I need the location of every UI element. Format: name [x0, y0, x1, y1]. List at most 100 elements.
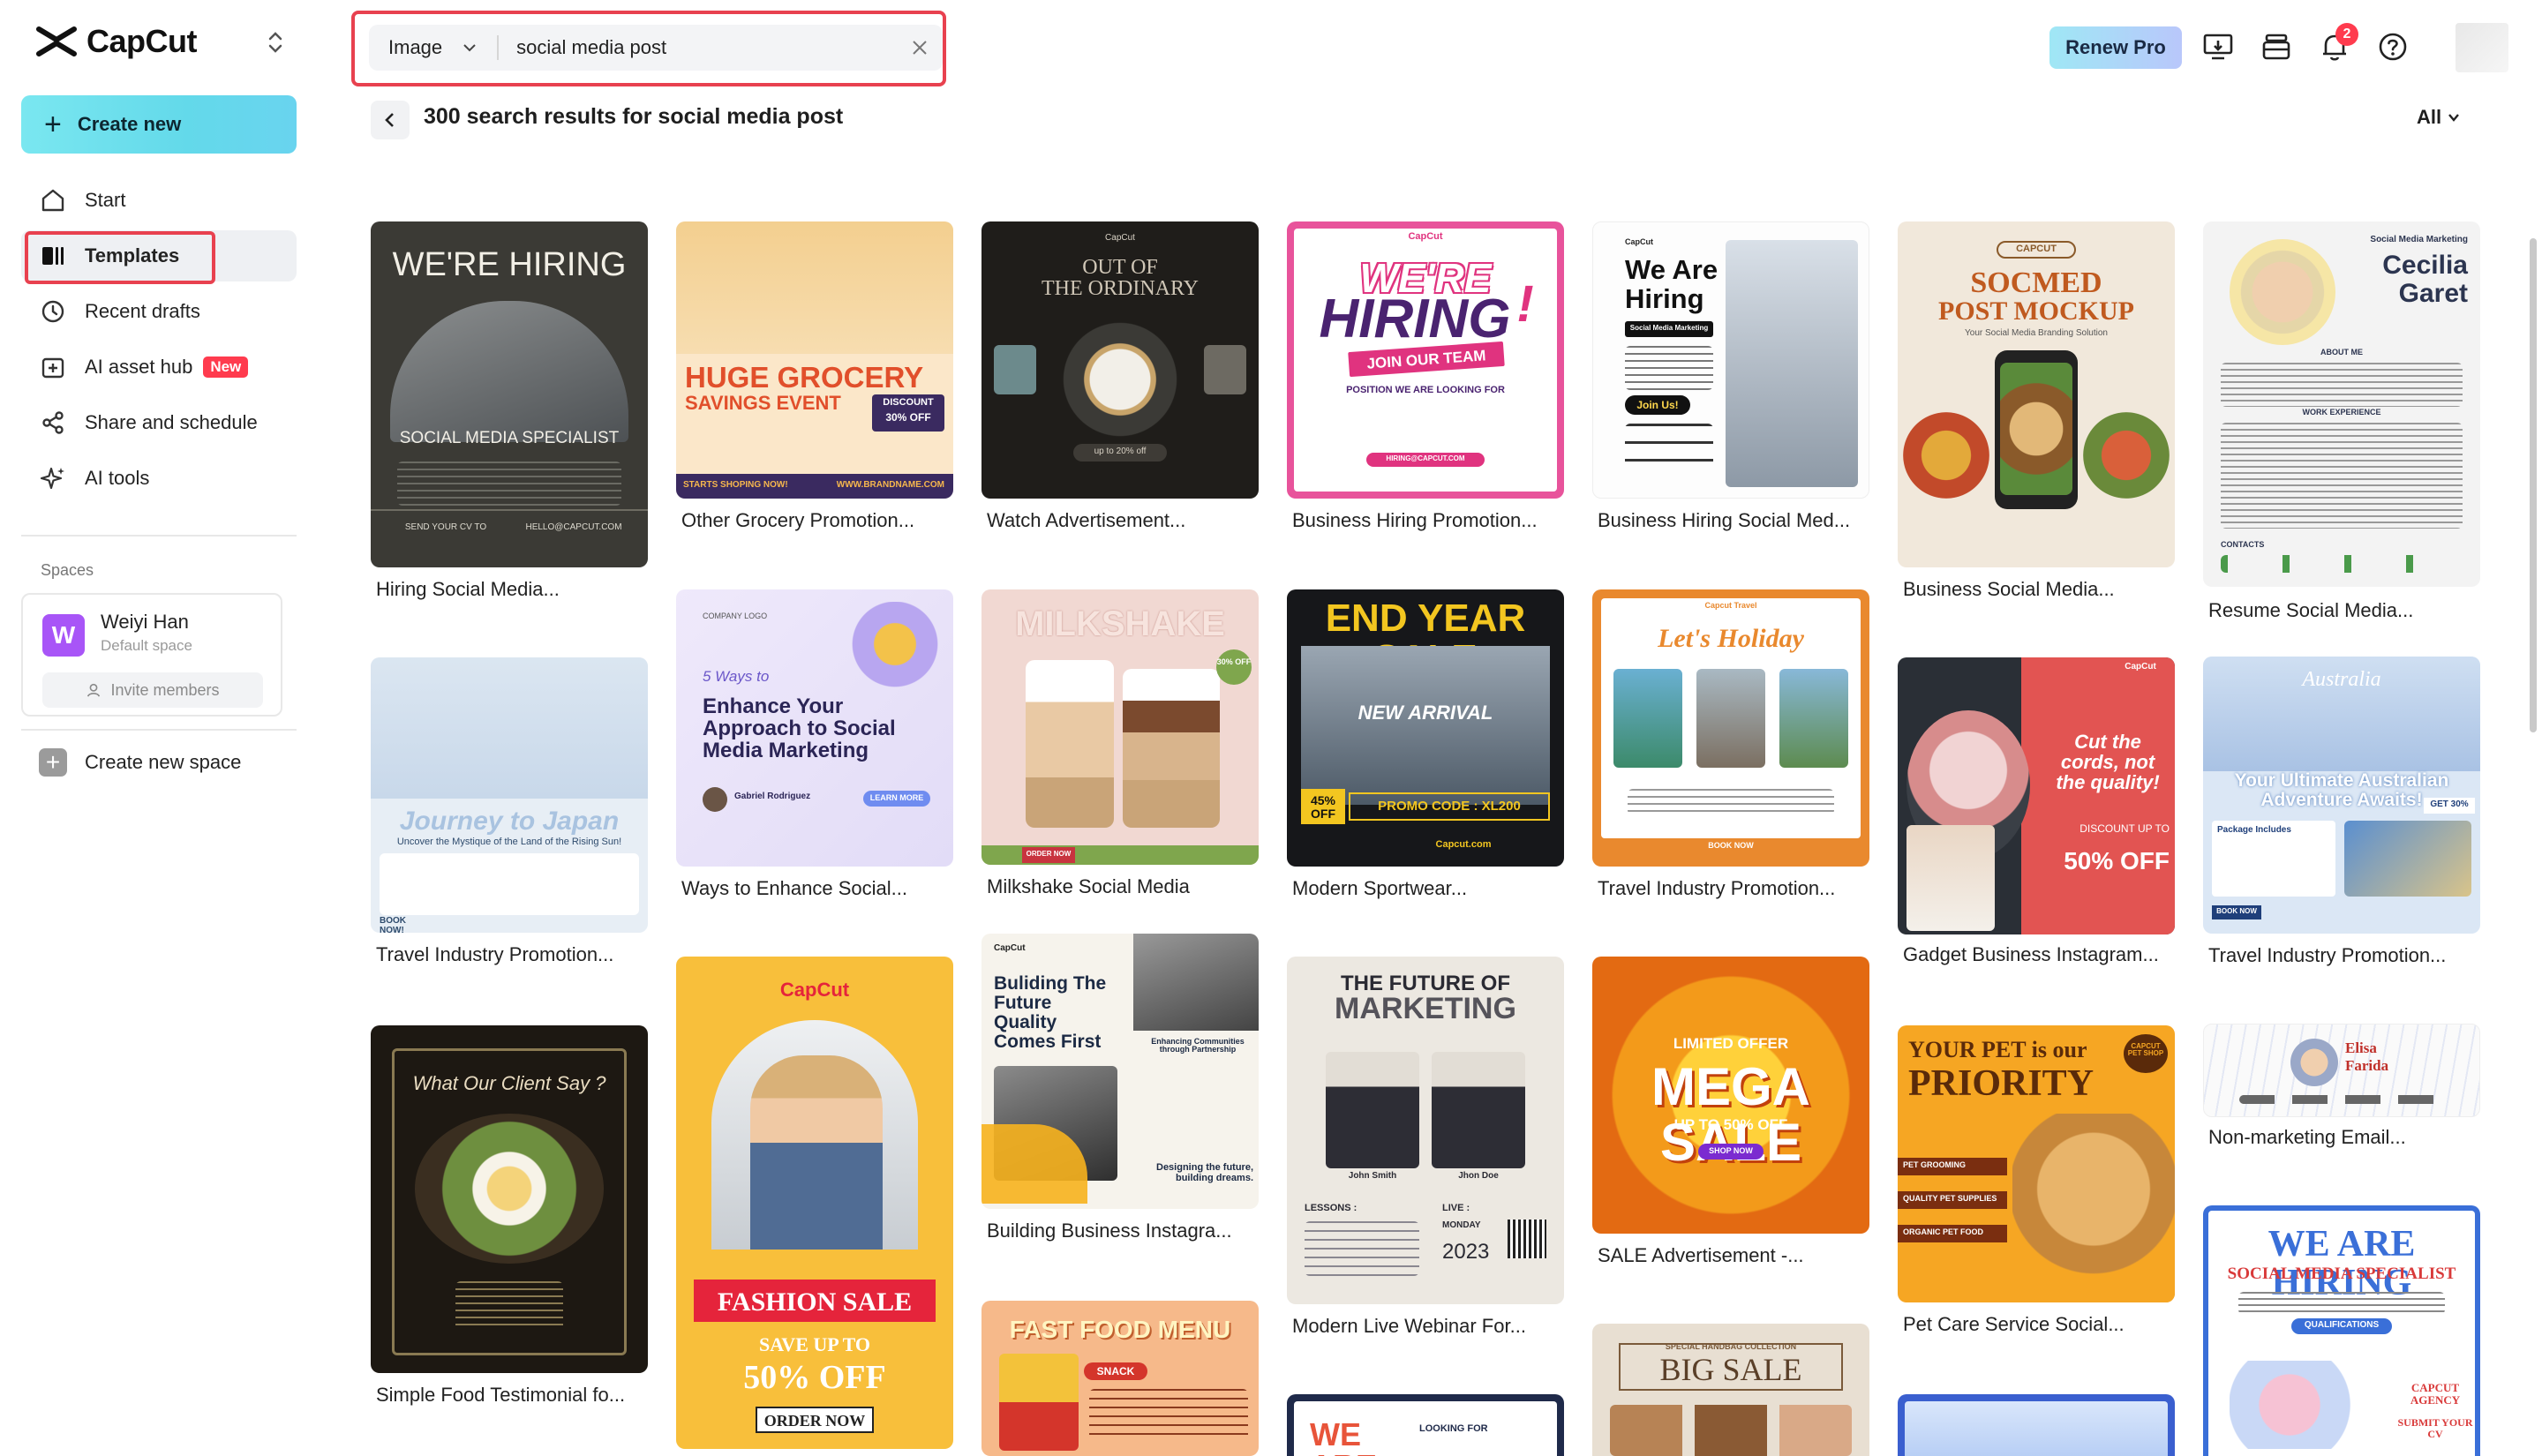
space-avatar: W [42, 614, 85, 657]
template-thumbnail[interactable]: CapCut FASHION SALE SAVE UP TO 50% OFF O… [676, 957, 953, 1449]
template-text: MARKETING [1287, 994, 1564, 1025]
filter-dropdown[interactable]: All [2417, 106, 2461, 129]
template-travel-photo [2344, 821, 2471, 897]
template-thumbnail[interactable]: SPECIAL HANDBAG COLLECTION BIG SALE [1592, 1324, 1869, 1456]
template-thumbnail[interactable]: LIMITED OFFER MEGA SALE UP TO 50% OFF SH… [1592, 957, 1869, 1234]
template-illustration [2230, 1361, 2380, 1449]
template-title[interactable]: Modern Live Webinar For... [1292, 1315, 1526, 1338]
home-icon [39, 186, 67, 214]
sidebar-item-start[interactable]: Start [21, 175, 297, 226]
template-title[interactable]: Pet Care Service Social... [1903, 1313, 2125, 1336]
user-avatar[interactable] [2456, 23, 2508, 72]
template-thumbnail[interactable]: CAPCUT SOCMED POST MOCKUP Your Social Me… [1898, 221, 2175, 567]
template-thumbnail[interactable]: CapCut Cut the cords, not the quality! D… [1898, 657, 2175, 934]
template-thumbnail[interactable]: YOUR PET is our PRIORITY CAPCUT PET SHOP… [1898, 1025, 2175, 1302]
template-thumbnail[interactable]: THE FUTURE OF MARKETING John Smith Jhon … [1287, 957, 1564, 1304]
search-input[interactable] [516, 36, 905, 59]
back-button[interactable] [371, 101, 410, 139]
template-text: CapCut [676, 979, 953, 1000]
template-title[interactable]: Travel Industry Promotion... [2208, 944, 2446, 967]
template-speaker-photo [1432, 1052, 1525, 1168]
template-thumbnail[interactable]: END YEAR SALE NEW ARRIVAL 45% OFF PROMO … [1287, 589, 1564, 867]
template-thumbnail[interactable]: FAST FOOD MENU SNACK [981, 1301, 1259, 1456]
template-thumbnail-right [1204, 345, 1246, 394]
template-thumbnail[interactable]: Elisa Farida [2203, 1024, 2480, 1117]
template-thumbnail[interactable]: CapCut WE'RE HIRING ! JOIN OUR TEAM POSI… [1287, 221, 1564, 499]
template-title[interactable]: Milkshake Social Media [987, 875, 1190, 898]
space-card[interactable]: W Weiyi Han Default space Invite members [21, 593, 282, 717]
template-thumbnail[interactable]: CapCut OUT OF THE ORDINARY up to 20% off [981, 221, 1259, 499]
template-title[interactable]: Business Hiring Promotion... [1292, 509, 1538, 532]
sidebar-item-share-and-schedule[interactable]: Share and schedule [21, 397, 297, 448]
template-thumbnail[interactable] [1898, 1394, 2175, 1456]
template-title[interactable]: Hiring Social Media... [376, 578, 560, 601]
template-title[interactable]: Travel Industry Promotion... [376, 943, 613, 966]
close-icon[interactable] [909, 37, 930, 58]
template-title[interactable]: Building Business Instagra... [987, 1220, 1232, 1242]
template-title[interactable]: Business Social Media... [1903, 578, 2115, 601]
template-title[interactable]: Non-marketing Email... [2208, 1126, 2406, 1149]
invite-members-button[interactable]: Invite members [42, 672, 263, 708]
plus-icon: + [39, 748, 67, 777]
template-title[interactable]: Travel Industry Promotion... [1598, 877, 1835, 900]
template-thumbnail[interactable]: Capcut Travel Let's Holiday BOOK NOW [1592, 589, 1869, 867]
help-icon[interactable] [2376, 30, 2410, 64]
template-title[interactable]: Simple Food Testimonial fo... [376, 1384, 625, 1407]
template-food-photo [415, 1114, 604, 1264]
template-thumbnail[interactable]: MILKSHAKE 30% OFF ORDER NOW [981, 589, 1259, 865]
space-name: Weiyi Han [101, 611, 189, 634]
template-text: HIRING [1313, 290, 1516, 348]
template-title[interactable]: Other Grocery Promotion... [681, 509, 914, 532]
stack-icon[interactable] [2260, 30, 2293, 64]
template-travel-photo [1696, 669, 1765, 768]
template-thumbnail[interactable]: CapCut We Are Hiring Social Media Market… [1592, 221, 1869, 499]
template-thumbnail[interactable]: WE'RE HIRING SOCIAL MEDIA SPECIALIST SEN… [371, 221, 648, 567]
template-thumbnail-left [994, 345, 1036, 394]
sidebar-item-ai-asset-hub[interactable]: AI asset hub New [21, 341, 297, 393]
create-new-space-button[interactable]: + Create new space [39, 748, 241, 777]
template-thumbnail[interactable]: Social Media Marketing Cecilia Garet ABO… [2203, 221, 2480, 587]
template-title[interactable]: Business Hiring Social Med... [1598, 509, 1850, 532]
template-text: SEND YOUR CV TO [388, 523, 503, 533]
template-title[interactable]: Watch Advertisement... [987, 509, 1185, 532]
template-title[interactable]: Resume Social Media... [2208, 599, 2413, 622]
template-text: FAST FOOD MENU [981, 1317, 1259, 1342]
switch-chevron-icon[interactable] [263, 28, 288, 56]
template-thumbnail[interactable]: HUGE GROCERY SAVINGS EVENT DISCOUNT 30% … [676, 221, 953, 499]
template-thumbnail[interactable]: WE ARE LOOKING FOR [1287, 1394, 1564, 1456]
template-text: WWW.BRANDNAME.COM [821, 481, 944, 491]
search-bar: Image [369, 25, 943, 71]
template-text: 50% OFF [2055, 848, 2170, 874]
template-thumbnail[interactable]: What Our Client Say ? [371, 1025, 648, 1373]
sidebar-item-recent-drafts[interactable]: Recent drafts [21, 286, 297, 337]
template-text: GET 30% [2424, 800, 2475, 810]
template-avatar [703, 787, 727, 812]
template-food-photo [1903, 412, 1989, 499]
template-profile-photo [2290, 1039, 2338, 1086]
template-travel-photo [1779, 669, 1848, 768]
template-title[interactable]: Ways to Enhance Social... [681, 877, 907, 900]
chevron-left-icon [380, 110, 400, 130]
spaces-heading: Spaces [41, 561, 94, 580]
monitor-download-icon[interactable] [2201, 30, 2235, 64]
template-speaker-photo [1326, 1052, 1419, 1168]
search-type-dropdown[interactable]: Image [388, 36, 479, 59]
template-thumbnail[interactable]: Australia Your Ultimate Australian Adven… [2203, 657, 2480, 934]
sidebar-item-label: AI tools [85, 467, 149, 490]
template-text: Capcut Travel [1592, 602, 1869, 610]
main-scrollbar[interactable] [2530, 238, 2537, 732]
template-thumbnail[interactable]: Journey to Japan Uncover the Mystique of… [371, 657, 648, 933]
template-thumbnail[interactable]: CapCut Buliding The Future Quality Comes… [981, 934, 1259, 1209]
create-new-button[interactable]: + Create new [21, 95, 297, 154]
template-thumbnail[interactable]: WE ARE HIRING SOCIAL MEDIA SPECIALIST QU… [2203, 1205, 2480, 1456]
renew-pro-button[interactable]: Renew Pro [2049, 26, 2182, 69]
template-text: LIVE : [1442, 1204, 1495, 1214]
template-title[interactable]: SALE Advertisement -... [1598, 1244, 1804, 1267]
sidebar-item-ai-tools[interactable]: AI tools [21, 453, 297, 504]
template-text: CAPCUT AGENCY [2397, 1382, 2473, 1406]
capcut-logo[interactable]: CapCut [35, 21, 197, 62]
template-title[interactable]: Gadget Business Instagram... [1903, 943, 2159, 966]
template-thumbnail[interactable]: COMPANY LOGO 5 Ways to Enhance Your Appr… [676, 589, 953, 867]
template-text: LEARN MORE [863, 794, 930, 802]
template-title[interactable]: Modern Sportwear... [1292, 877, 1467, 900]
